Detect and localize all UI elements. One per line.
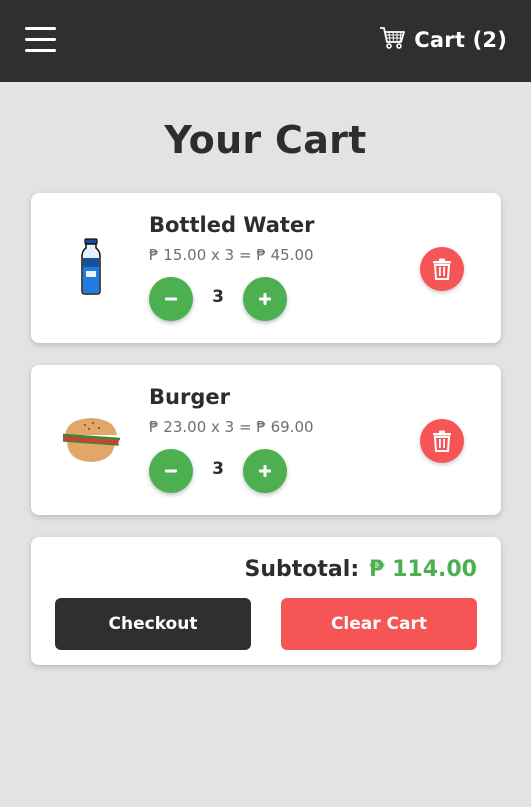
subtotal-label: Subtotal: [244, 557, 360, 582]
trash-icon [433, 430, 451, 452]
burger-icon [59, 405, 123, 469]
plus-icon [259, 293, 271, 305]
minus-icon [165, 297, 177, 301]
cart-count-label: Cart (2) [414, 28, 507, 52]
page-title: Your Cart [164, 118, 367, 162]
water-bottle-icon [59, 233, 123, 297]
decrease-quantity-button[interactable] [149, 277, 193, 321]
subtotal-value: ₱ 114.00 [369, 557, 477, 582]
cart-item-card: Burger ₱ 23.00 x 3 = ₱ 69.00 3 [31, 365, 501, 515]
top-nav-bar: Cart (2) [0, 0, 531, 82]
item-price-line: ₱ 23.00 x 3 = ₱ 69.00 [149, 418, 314, 436]
cart-item-card: Bottled Water ₱ 15.00 x 3 = ₱ 45.00 3 [31, 193, 501, 343]
subtotal-row: Subtotal: ₱ 114.00 [245, 557, 477, 582]
clear-cart-button[interactable]: Clear Cart [281, 598, 477, 650]
increase-quantity-button[interactable] [243, 277, 287, 321]
quantity-value: 3 [212, 287, 224, 307]
remove-item-button[interactable] [420, 247, 464, 291]
shopping-cart-icon [379, 26, 406, 54]
decrease-quantity-button[interactable] [149, 449, 193, 493]
item-name: Burger [149, 385, 230, 409]
item-price-line: ₱ 15.00 x 3 = ₱ 45.00 [149, 246, 314, 264]
minus-icon [165, 469, 177, 473]
increase-quantity-button[interactable] [243, 449, 287, 493]
cart-link[interactable]: Cart (2) [379, 24, 507, 56]
hamburger-menu-icon[interactable] [25, 27, 56, 53]
plus-icon [259, 465, 271, 477]
quantity-value: 3 [212, 459, 224, 479]
item-name: Bottled Water [149, 213, 315, 237]
cart-summary-card: Subtotal: ₱ 114.00 Checkout Clear Cart [31, 537, 501, 665]
checkout-button[interactable]: Checkout [55, 598, 251, 650]
remove-item-button[interactable] [420, 419, 464, 463]
trash-icon [433, 258, 451, 280]
